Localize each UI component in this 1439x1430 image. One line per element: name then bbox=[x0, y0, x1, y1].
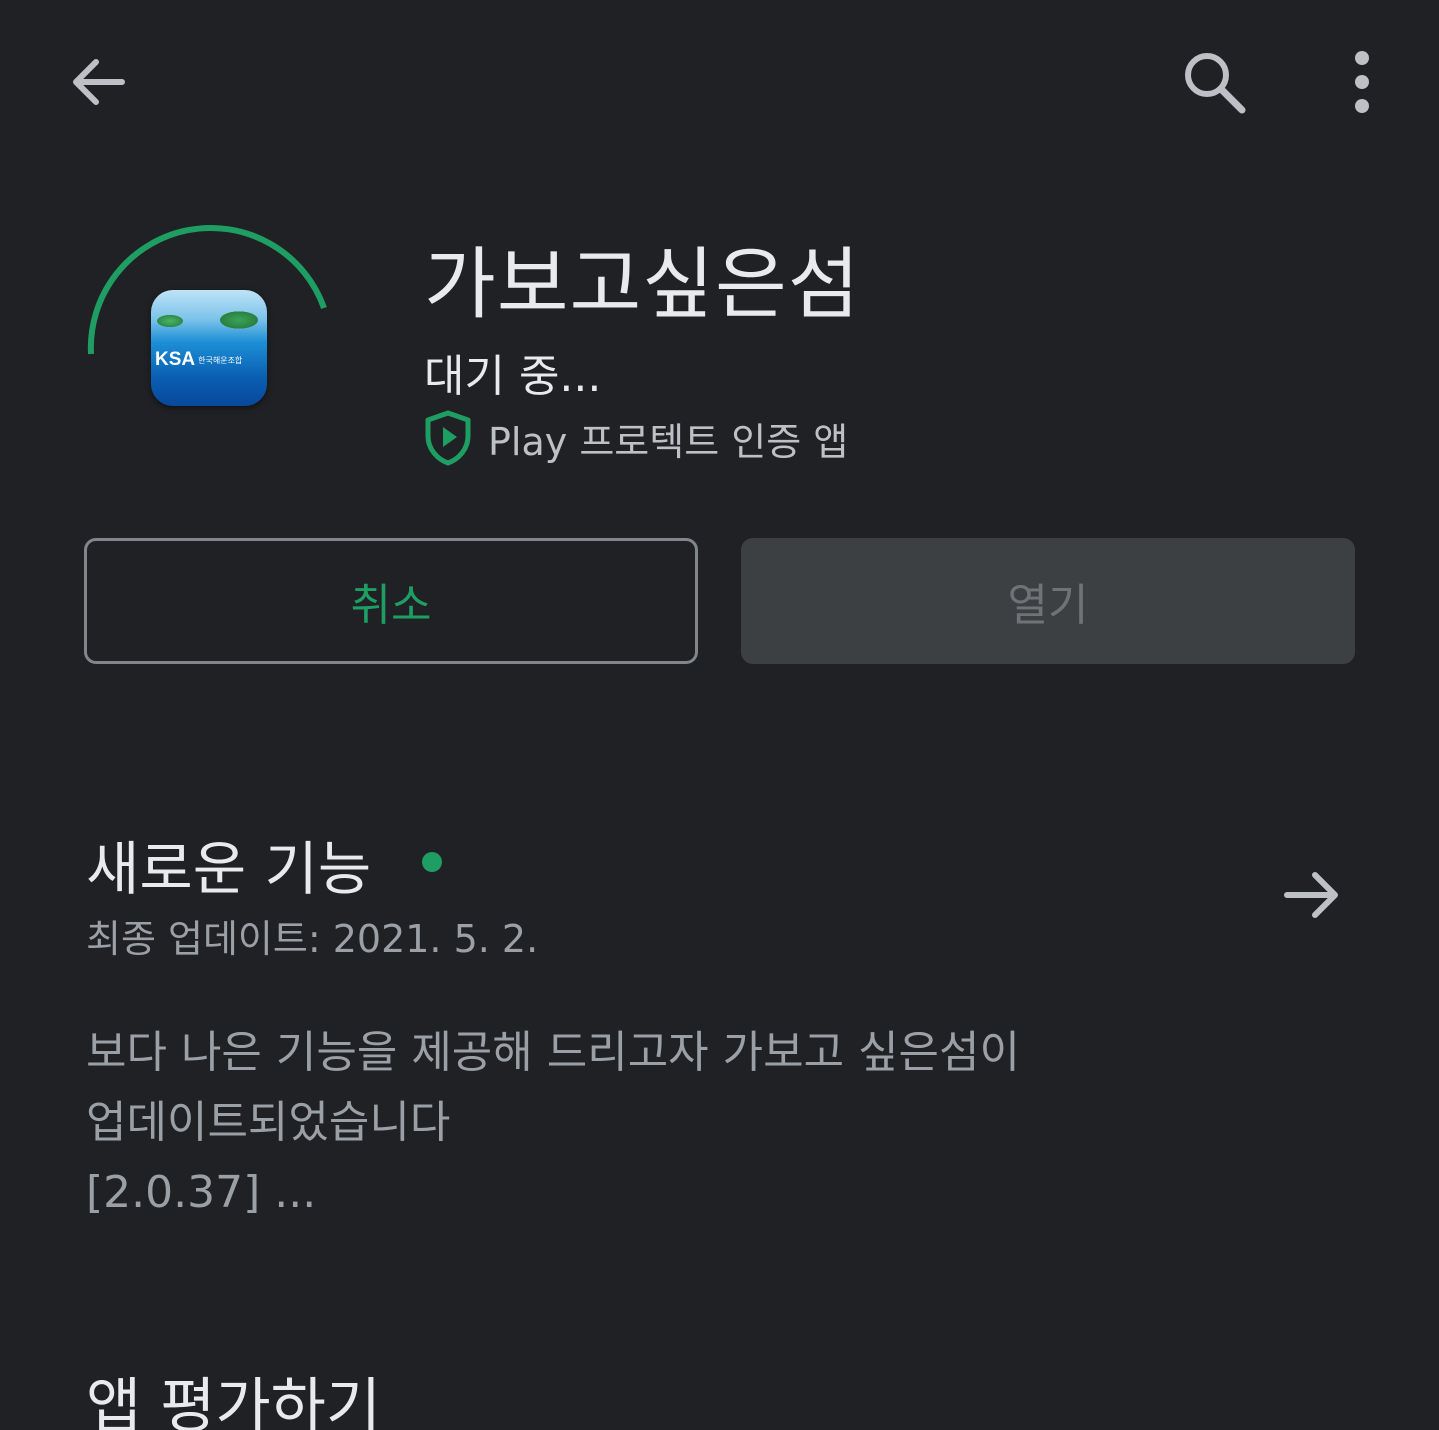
rate-app-title: 앱 평가하기 bbox=[86, 1372, 382, 1430]
arrow-forward-icon bbox=[1284, 872, 1338, 918]
new-indicator-dot bbox=[422, 852, 442, 872]
play-protect-label: Play 프로텍트 인증 앱 bbox=[488, 419, 849, 464]
release-notes: 보다 나은 기능을 제공해 드리고자 가보고 싶은섬이 업데이트되었습니다 [2… bbox=[86, 1018, 1186, 1228]
app-icon-logo: KSA 한국해운조합 bbox=[155, 349, 243, 370]
back-button[interactable] bbox=[58, 42, 138, 122]
app-icon-with-progress: KSA 한국해운조합 bbox=[80, 220, 340, 440]
search-button[interactable] bbox=[1174, 42, 1254, 122]
play-protect-badge[interactable]: Play 프로텍트 인증 앱 bbox=[424, 408, 848, 468]
app-icon: KSA 한국해운조합 bbox=[151, 290, 267, 406]
open-button[interactable]: 열기 bbox=[741, 538, 1355, 664]
release-notes-line: 보다 나은 기능을 제공해 드리고자 가보고 싶은섬이 bbox=[86, 1027, 1020, 1078]
island-graphic bbox=[155, 314, 185, 328]
whats-new-more-button[interactable] bbox=[1270, 852, 1356, 938]
island-graphic bbox=[217, 310, 261, 330]
release-notes-line: 업데이트되었습니다 bbox=[86, 1097, 451, 1148]
app-title: 가보고싶은섬 bbox=[424, 240, 861, 330]
last-updated-date: 최종 업데이트: 2021. 5. 2. bbox=[86, 917, 539, 961]
more-vert-icon bbox=[1355, 51, 1369, 113]
download-status: 대기 중... bbox=[424, 351, 602, 402]
whats-new-title: 새로운 기능 bbox=[86, 835, 372, 903]
cancel-button[interactable]: 취소 bbox=[84, 538, 698, 664]
app-details-page: KSA 한국해운조합 가보고싶은섬 대기 중... Play 프로텍트 인증 앱 … bbox=[0, 0, 1439, 1430]
play-protect-shield-icon bbox=[425, 410, 471, 466]
release-notes-line: [2.0.37] ... bbox=[86, 1167, 317, 1218]
more-options-button[interactable] bbox=[1322, 42, 1402, 122]
arrow-back-icon bbox=[73, 59, 125, 105]
search-icon bbox=[1185, 53, 1246, 114]
